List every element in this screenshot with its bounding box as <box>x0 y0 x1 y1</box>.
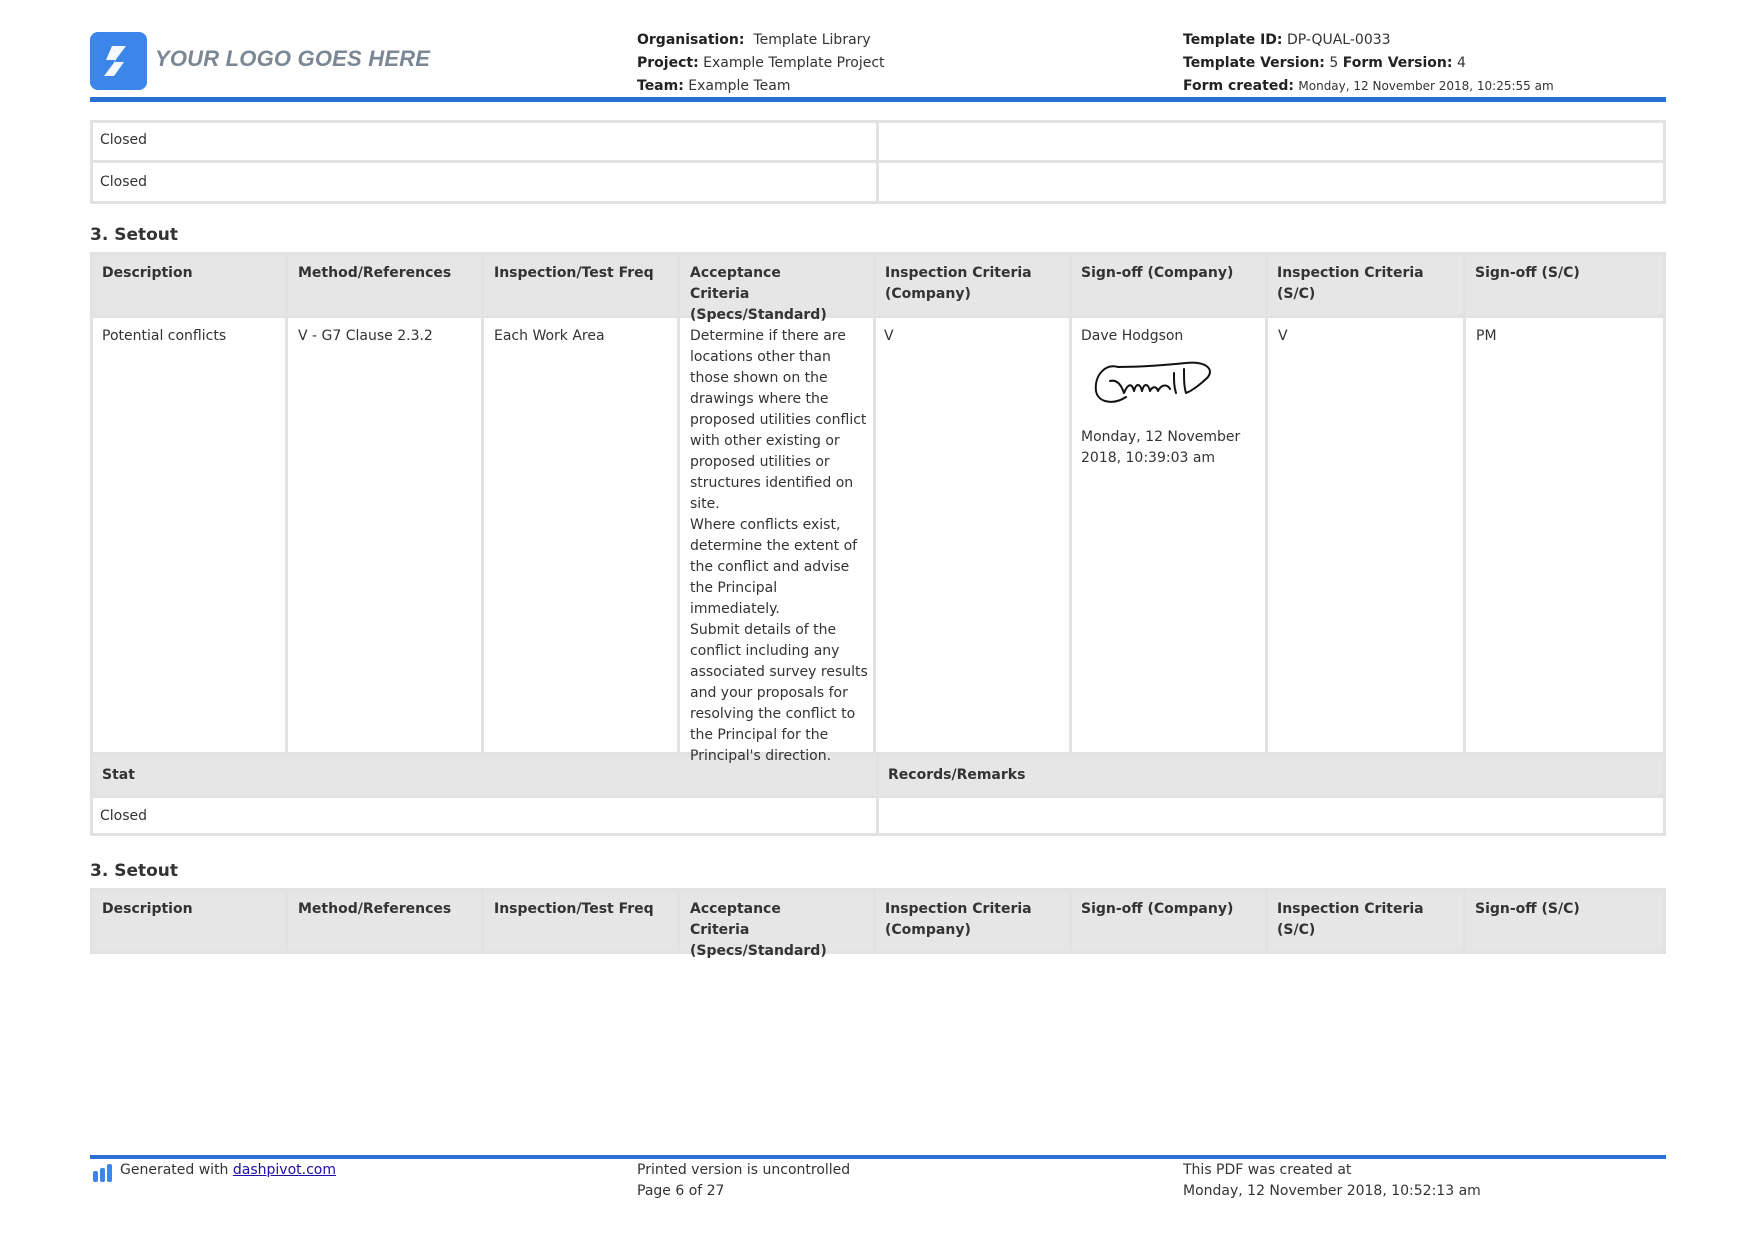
column-header-insp-sc: Inspection Criteria (S/C) <box>1277 265 1424 302</box>
form-version-value: 4 <box>1456 55 1466 71</box>
project-label: Project: <box>637 55 699 71</box>
signoff-sc-cell: PM <box>1476 328 1497 344</box>
column-header-insp-company: Inspection Criteria (Company) <box>885 265 1032 302</box>
column-header-insp-sc: Inspection Criteria (S/C) <box>1277 901 1424 938</box>
column-header-description: Description <box>102 901 193 917</box>
page-number: Page 6 of 27 <box>637 1183 725 1199</box>
divider <box>1265 252 1268 752</box>
acceptance-cell: Determine if there are locations other t… <box>690 328 868 764</box>
project-value: Example Template Project <box>703 55 885 71</box>
logo-text: YOUR LOGO GOES HERE <box>155 46 431 71</box>
divider <box>90 315 1666 318</box>
footer-page-info: Printed version is uncontrolled Page 6 o… <box>637 1160 850 1202</box>
divider <box>1265 888 1268 954</box>
divider <box>677 888 680 954</box>
divider <box>677 252 680 752</box>
template-version-label: Template Version: <box>1183 55 1325 71</box>
divider <box>1463 252 1466 752</box>
method-cell: V - G7 Clause 2.3.2 <box>298 328 433 344</box>
column-header-acceptance: Acceptance Criteria (Specs/Standard) <box>690 265 827 323</box>
dashpivot-icon <box>92 1163 114 1187</box>
form-version-label: Form Version: <box>1342 55 1453 71</box>
column-header-signoff-sc: Sign-off (S/C) <box>1475 901 1580 917</box>
divider <box>1463 888 1466 954</box>
column-header-freq: Inspection/Test Freq <box>494 901 654 917</box>
divider <box>873 888 876 954</box>
divider <box>873 252 876 752</box>
organisation-label: Organisation: <box>637 32 745 48</box>
stat-value: Closed <box>100 808 148 824</box>
status-cell: Closed <box>100 132 148 148</box>
divider <box>285 888 288 954</box>
logo-icon <box>90 32 147 90</box>
signoff-company-name: Dave Hodgson <box>1081 328 1184 344</box>
column-header-signoff-company: Sign-off (Company) <box>1081 265 1234 281</box>
template-id-value: DP-QUAL-0033 <box>1286 32 1391 48</box>
section-title: 3. Setout <box>90 861 179 881</box>
divider <box>481 888 484 954</box>
footer-created-info: This PDF was created at Monday, 12 Novem… <box>1183 1160 1481 1202</box>
divider <box>1069 888 1072 954</box>
template-id-label: Template ID: <box>1183 32 1283 48</box>
divider <box>1069 252 1072 752</box>
freq-cell: Each Work Area <box>494 328 605 344</box>
section-title: 3. Setout <box>90 225 179 245</box>
signature-image <box>1088 353 1222 413</box>
column-header-insp-company: Inspection Criteria (Company) <box>885 901 1032 938</box>
generated-prefix: Generated with <box>120 1162 229 1178</box>
column-header-description: Description <box>102 265 193 281</box>
column-header-method: Method/References <box>298 901 452 917</box>
stat-label: Stat <box>102 767 135 783</box>
template-version-value: 5 <box>1329 55 1339 71</box>
divider <box>876 120 879 204</box>
insp-sc-cell: V <box>1278 328 1288 344</box>
column-header-signoff-sc: Sign-off (S/C) <box>1475 265 1580 281</box>
signoff-company-date: Monday, 12 November 2018, 10:39:03 am <box>1081 429 1241 466</box>
created-label: This PDF was created at <box>1183 1162 1352 1178</box>
form-created-label: Form created: <box>1183 78 1294 94</box>
column-header-signoff-company: Sign-off (Company) <box>1081 901 1234 917</box>
column-header-freq: Inspection/Test Freq <box>494 265 654 281</box>
created-value: Monday, 12 November 2018, 10:52:13 am <box>1183 1183 1481 1199</box>
generated-with: Generated with dashpivot.com <box>120 1160 336 1181</box>
header-template-info: Template ID: DP-QUAL-0033 Template Versi… <box>1183 29 1554 98</box>
header-rule <box>90 97 1666 102</box>
status-cell: Closed <box>100 174 148 190</box>
dashpivot-link[interactable]: dashpivot.com <box>233 1162 336 1178</box>
insp-company-cell: V <box>884 328 894 344</box>
divider <box>876 752 879 836</box>
column-header-method: Method/References <box>298 265 452 281</box>
divider <box>481 252 484 752</box>
organisation-value: Template Library <box>753 32 871 48</box>
header-project-info: Organisation: Template Library Project: … <box>637 29 885 98</box>
uncontrolled-note: Printed version is uncontrolled <box>637 1162 851 1178</box>
form-created-value: Monday, 12 November 2018, 10:25:55 am <box>1298 79 1554 93</box>
description-cell: Potential conflicts <box>102 328 227 344</box>
team-label: Team: <box>637 78 684 94</box>
remarks-label: Records/Remarks <box>888 767 1026 783</box>
column-header-acceptance: Acceptance Criteria (Specs/Standard) <box>690 901 827 959</box>
divider <box>285 252 288 752</box>
team-value: Example Team <box>688 78 791 94</box>
footer-rule <box>90 1155 1666 1159</box>
